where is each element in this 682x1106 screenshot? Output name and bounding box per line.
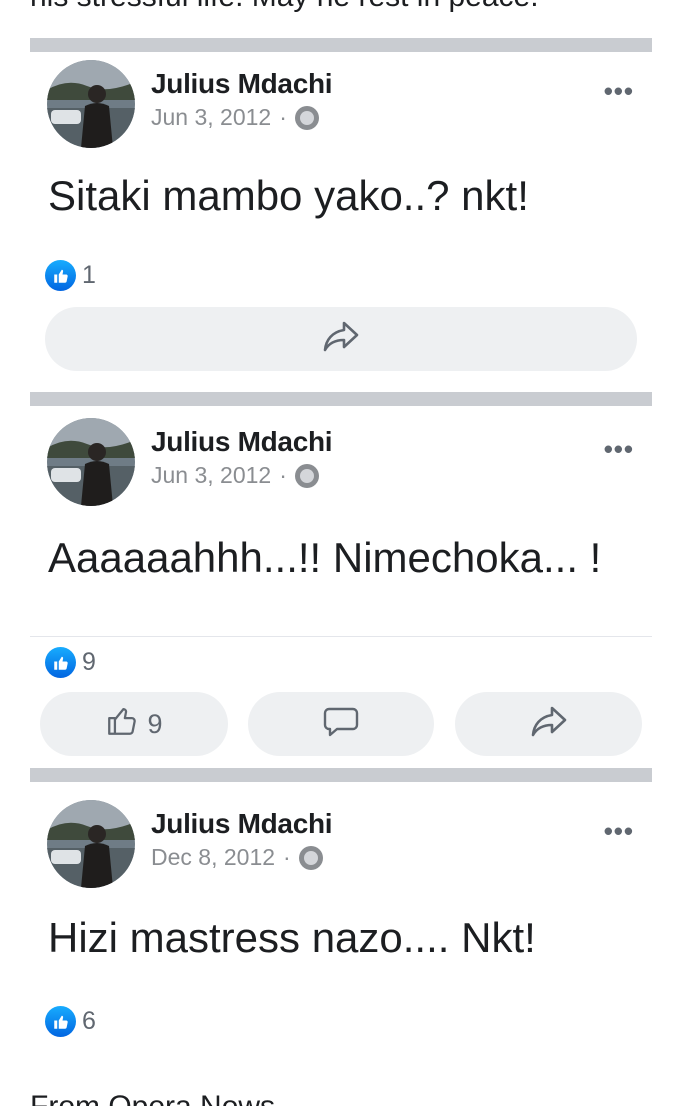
post-date[interactable]: Jun 3, 2012 (151, 104, 271, 131)
post-card: Julius Mdachi Dec 8, 2012 · ••• Hizi mas… (30, 782, 652, 1072)
avatar[interactable] (47, 800, 135, 888)
reaction-summary[interactable]: 6 (45, 1006, 96, 1037)
globe-icon (298, 845, 323, 870)
like-count: 1 (82, 261, 96, 289)
like-badge-icon (45, 1006, 76, 1037)
share-icon (530, 704, 568, 745)
like-badge-icon (45, 647, 76, 678)
like-badge-icon (45, 260, 76, 291)
like-button-count: 9 (147, 708, 163, 739)
like-count: 6 (82, 1007, 96, 1035)
like-button[interactable]: 9 (40, 692, 228, 756)
thumbs-up-icon (105, 704, 139, 745)
post-card: Julius Mdachi Jun 3, 2012 · ••• Sitaki m… (30, 52, 652, 392)
share-icon (322, 319, 360, 360)
divider (30, 636, 652, 637)
post-meta: Jun 3, 2012 · (151, 104, 319, 131)
more-options-icon[interactable]: ••• (604, 434, 634, 465)
more-options-icon[interactable]: ••• (604, 76, 634, 107)
avatar[interactable] (47, 60, 135, 148)
comment-button[interactable] (248, 692, 434, 756)
post-text: Aaaaaahhh...!! Nimechoka... ! (48, 534, 602, 581)
globe-icon (294, 105, 319, 130)
author-name[interactable]: Julius Mdachi (151, 426, 333, 458)
avatar[interactable] (47, 418, 135, 506)
post-date[interactable]: Dec 8, 2012 (151, 844, 275, 871)
meta-separator: · (279, 462, 287, 488)
globe-icon (294, 463, 319, 488)
post-date[interactable]: Jun 3, 2012 (151, 462, 271, 489)
like-count: 9 (82, 648, 96, 676)
post-separator (30, 768, 652, 782)
reaction-summary[interactable]: 9 (45, 647, 96, 678)
reaction-summary[interactable]: 1 (45, 260, 96, 291)
comment-icon (323, 704, 359, 745)
author-name[interactable]: Julius Mdachi (151, 808, 333, 840)
post-separator (30, 38, 652, 52)
share-button[interactable] (455, 692, 642, 756)
meta-separator: · (279, 104, 287, 130)
post-meta: Jun 3, 2012 · (151, 462, 319, 489)
author-name[interactable]: Julius Mdachi (151, 68, 333, 100)
post-card: Julius Mdachi Jun 3, 2012 · ••• Aaaaaahh… (30, 406, 652, 766)
share-button[interactable] (45, 307, 637, 371)
post-separator (30, 392, 652, 406)
post-text: Sitaki mambo yako..? nkt! (48, 172, 529, 219)
post-text: Hizi mastress nazo.... Nkt! (48, 914, 536, 961)
post-meta: Dec 8, 2012 · (151, 844, 323, 871)
meta-separator: · (283, 844, 291, 870)
more-options-icon[interactable]: ••• (604, 816, 634, 847)
caption-top: his stressful life. May he rest in peace… (30, 0, 539, 14)
caption-bottom: From Opera News (30, 1090, 275, 1106)
